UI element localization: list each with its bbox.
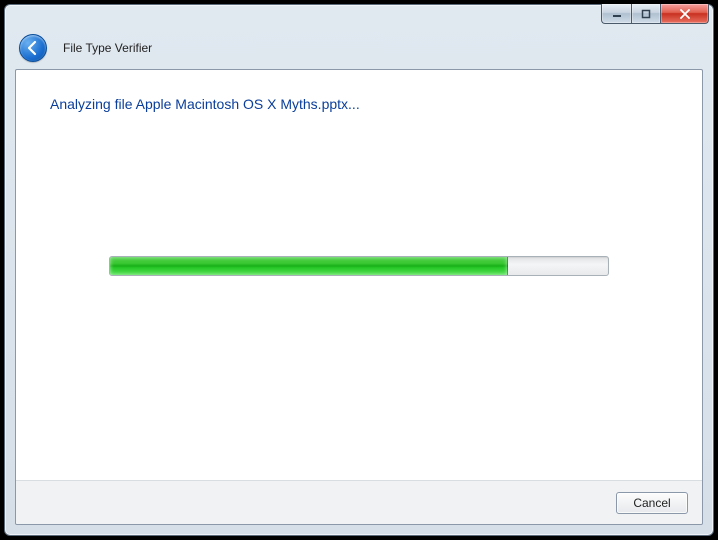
maximize-button[interactable] (631, 4, 661, 24)
close-button[interactable] (661, 4, 709, 24)
status-message: Analyzing file Apple Macintosh OS X Myth… (16, 70, 702, 112)
arrow-left-icon (25, 40, 41, 56)
window-frame: File Type Verifier Analyzing file Apple … (4, 4, 714, 536)
cancel-button[interactable]: Cancel (616, 492, 688, 514)
close-icon (679, 9, 691, 19)
progress-bar (109, 256, 609, 276)
progress-fill (110, 257, 508, 275)
minimize-button[interactable] (601, 4, 631, 24)
footer: Cancel (16, 480, 702, 524)
progress-container (16, 112, 702, 480)
header: File Type Verifier (5, 33, 713, 69)
maximize-icon (641, 9, 651, 19)
app-title: File Type Verifier (63, 41, 152, 55)
minimize-icon (612, 9, 622, 19)
client-area: Analyzing file Apple Macintosh OS X Myth… (15, 69, 703, 525)
back-button[interactable] (19, 34, 47, 62)
window-controls (601, 4, 709, 24)
titlebar (5, 5, 713, 33)
